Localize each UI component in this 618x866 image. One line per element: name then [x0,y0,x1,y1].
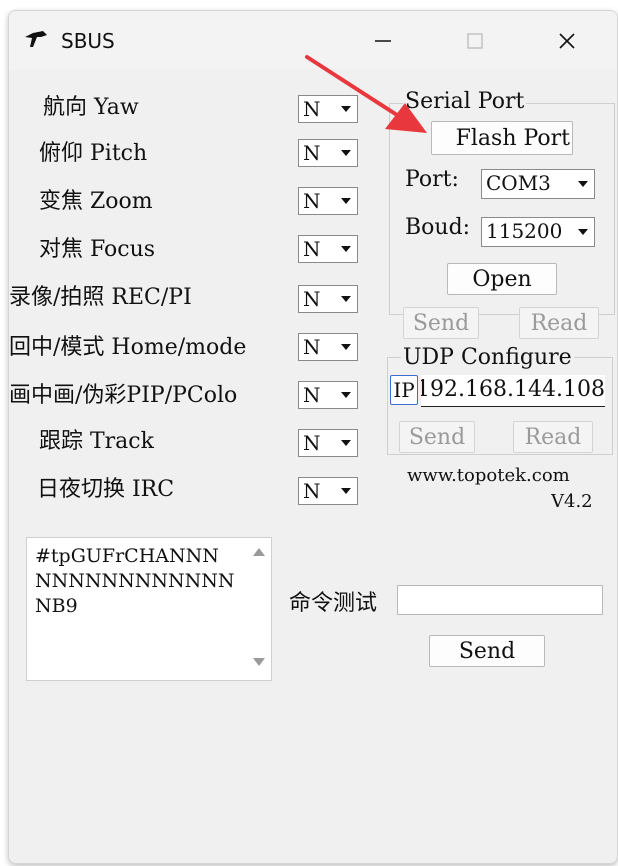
annotation-arrow [305,55,427,133]
app-window: SBUS 航向 Yaw N 俯仰 Pitch N 变焦 Zoom N 对焦 Fo… [8,10,618,864]
